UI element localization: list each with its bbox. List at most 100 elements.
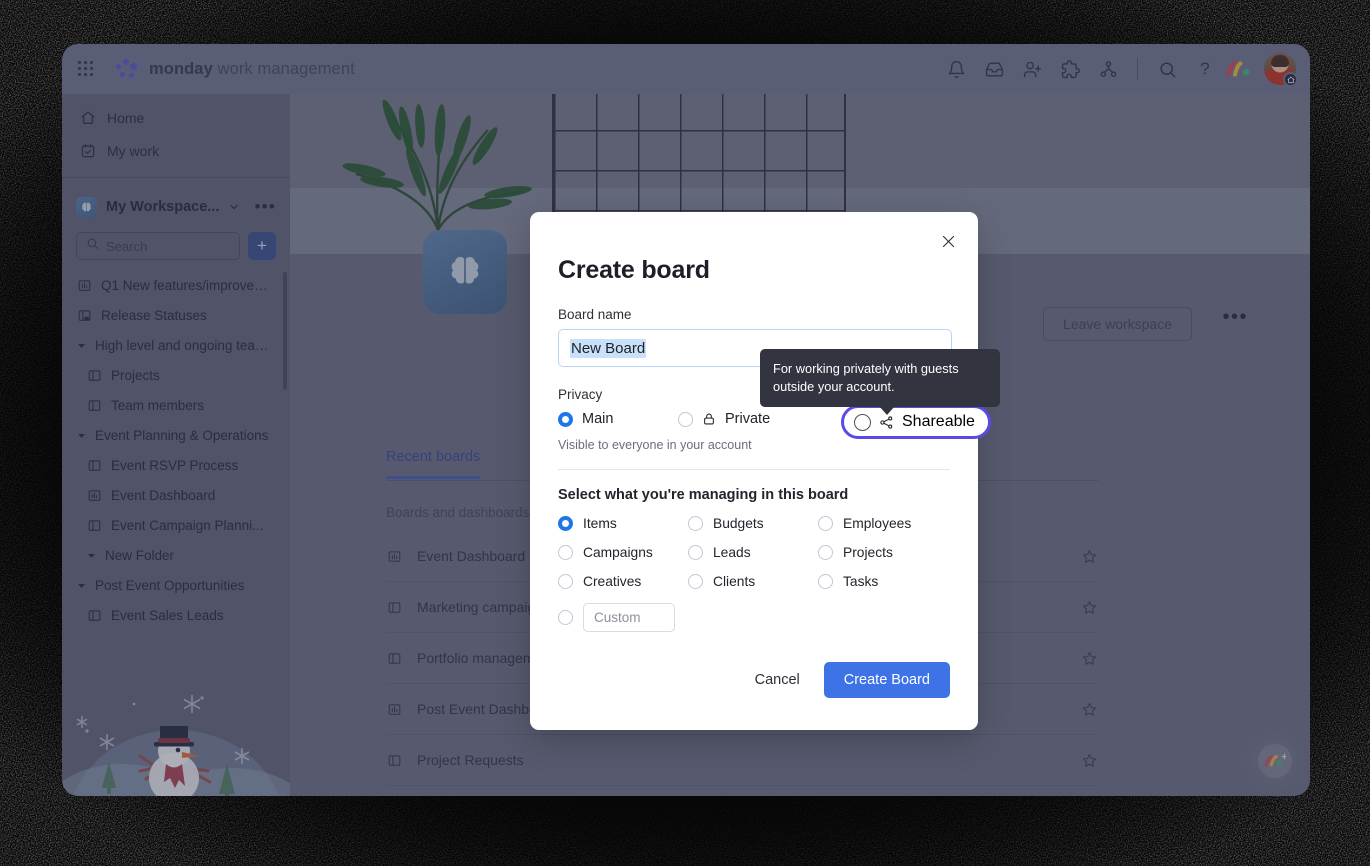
add-board-icon[interactable]: +: [248, 232, 276, 260]
radio-creatives[interactable]: [558, 574, 573, 589]
sidebar-tree-item[interactable]: Event Dashboard: [62, 480, 290, 510]
brand-logo[interactable]: monday work management: [116, 59, 355, 79]
board-row[interactable]: Project Requests: [386, 735, 1098, 786]
sidebar-item-home[interactable]: Home: [70, 101, 282, 134]
sidebar-item-label: Home: [107, 109, 145, 126]
privacy-option-private[interactable]: Private: [678, 411, 823, 427]
notifications-bell-icon[interactable]: [939, 52, 973, 86]
star-outline-icon[interactable]: [1081, 548, 1098, 565]
tab-recent-boards[interactable]: Recent boards: [386, 449, 481, 479]
radio-private[interactable]: [678, 411, 693, 427]
top-navigation-bar: monday work management ?: [62, 44, 1310, 94]
manage-option[interactable]: Campaigns: [558, 545, 688, 560]
sidebar-tree-item[interactable]: Projects: [62, 360, 290, 390]
workspace-tabs: Recent boards: [386, 449, 481, 479]
board-name-value: New Board: [570, 338, 647, 358]
star-outline-icon[interactable]: [1081, 650, 1098, 667]
sidebar-tree-item[interactable]: Event RSVP Process: [62, 450, 290, 480]
radio-items[interactable]: [558, 516, 573, 531]
radio-clients[interactable]: [688, 574, 703, 589]
avatar[interactable]: [1264, 53, 1298, 87]
sidebar-tree-item[interactable]: New Folder: [62, 540, 290, 570]
manage-option[interactable]: Items: [558, 516, 688, 531]
star-outline-icon[interactable]: [1081, 599, 1098, 616]
star-outline-icon[interactable]: [1081, 701, 1098, 718]
workspace-more-options-icon[interactable]: •••: [1222, 307, 1248, 327]
manage-option[interactable]: Leads: [688, 545, 818, 560]
radio-campaigns[interactable]: [558, 545, 573, 560]
banner-plant-photo: [330, 99, 545, 250]
chevron-down-icon[interactable]: [228, 201, 240, 213]
workspace-selector[interactable]: My Workspace... •••: [62, 189, 290, 225]
sidebar-tree-item[interactable]: Q1 New features/improvem...: [62, 270, 290, 300]
chevron-down-icon[interactable]: [86, 551, 96, 560]
manage-option[interactable]: Tasks: [818, 574, 950, 589]
monday-colored-logo-icon[interactable]: [1226, 56, 1252, 82]
invite-members-icon[interactable]: [1015, 52, 1049, 86]
create-board-button[interactable]: Create Board: [823, 662, 950, 698]
radio-projects[interactable]: [818, 545, 833, 560]
board-icon: [386, 600, 403, 615]
dashboard-icon: [86, 488, 102, 503]
sidebar-tree-item[interactable]: Post Event Opportunities: [62, 570, 290, 600]
radio-budgets[interactable]: [688, 516, 703, 531]
search-input[interactable]: Search: [76, 232, 240, 260]
sidebar-tree-item[interactable]: Event Sales Leads: [62, 600, 290, 630]
board-row-label: Project Requests: [417, 752, 524, 768]
monday-add-icon[interactable]: [1258, 744, 1292, 778]
sidebar-tree-item[interactable]: Release Statuses: [62, 300, 290, 330]
radio-main[interactable]: [558, 411, 573, 427]
sidebar-tree-label: Event Campaign Planni...: [111, 517, 264, 533]
home-badge-icon: [1283, 72, 1298, 87]
privacy-option-label: Main: [582, 411, 614, 427]
radio-employees[interactable]: [818, 516, 833, 531]
manage-option[interactable]: Budgets: [688, 516, 818, 531]
sidebar: Home My work My Workspace... ••• Search …: [62, 94, 290, 796]
sidebar-tree-label: Projects: [111, 367, 160, 383]
sidebar-item-my-work[interactable]: My work: [70, 134, 282, 167]
screen: monday work management ? Home My work My…: [0, 0, 1370, 866]
privacy-option-shareable[interactable]: Shareable: [841, 405, 991, 439]
brain-workspace-icon: [76, 196, 97, 218]
dialog-actions: Cancel Create Board: [558, 662, 950, 698]
more-options-icon[interactable]: •••: [255, 198, 276, 215]
manage-option[interactable]: Projects: [818, 545, 950, 560]
privacy-option-label: Private: [725, 411, 771, 427]
chevron-down-icon[interactable]: [76, 581, 86, 590]
teams-icon[interactable]: [1091, 52, 1125, 86]
cancel-button[interactable]: Cancel: [743, 664, 812, 696]
apps-marketplace-icon[interactable]: [1053, 52, 1087, 86]
sidebar-scrollbar[interactable]: [283, 272, 287, 390]
radio-shareable[interactable]: [854, 413, 871, 431]
help-icon[interactable]: ?: [1188, 52, 1222, 86]
leave-workspace-button[interactable]: Leave workspace: [1043, 307, 1192, 341]
custom-option-row[interactable]: Custom: [558, 603, 950, 632]
manage-option[interactable]: Creatives: [558, 574, 688, 589]
lock-icon: [702, 412, 716, 426]
banner-grid-art: [552, 94, 846, 218]
privacy-option-main[interactable]: Main: [558, 411, 678, 427]
apps-grid-icon[interactable]: [78, 61, 94, 77]
manage-option[interactable]: Employees: [818, 516, 950, 531]
manage-option-label: Leads: [713, 545, 751, 560]
radio-tasks[interactable]: [818, 574, 833, 589]
radio-custom[interactable]: [558, 610, 573, 625]
sidebar-tree-label: Event Planning & Operations: [95, 427, 269, 443]
sidebar-tree-item[interactable]: Team members: [62, 390, 290, 420]
manage-option[interactable]: Clients: [688, 574, 818, 589]
sidebar-tree-label: Q1 New features/improvem...: [101, 277, 276, 293]
radio-leads[interactable]: [688, 545, 703, 560]
sidebar-tree-item[interactable]: High level and ongoing team ...: [62, 330, 290, 360]
custom-input[interactable]: Custom: [583, 603, 675, 632]
chevron-down-icon[interactable]: [76, 341, 86, 350]
chevron-down-icon[interactable]: [76, 431, 86, 440]
manage-option-label: Budgets: [713, 516, 764, 531]
star-outline-icon[interactable]: [1081, 752, 1098, 769]
sidebar-tree-item[interactable]: Event Campaign Planni...: [62, 510, 290, 540]
sidebar-item-label: My work: [107, 142, 160, 159]
inbox-icon[interactable]: [977, 52, 1011, 86]
close-icon[interactable]: [935, 228, 961, 254]
search-icon[interactable]: [1150, 52, 1184, 86]
sidebar-tree-item[interactable]: Event Planning & Operations: [62, 420, 290, 450]
brand-title: monday work management: [149, 60, 355, 79]
